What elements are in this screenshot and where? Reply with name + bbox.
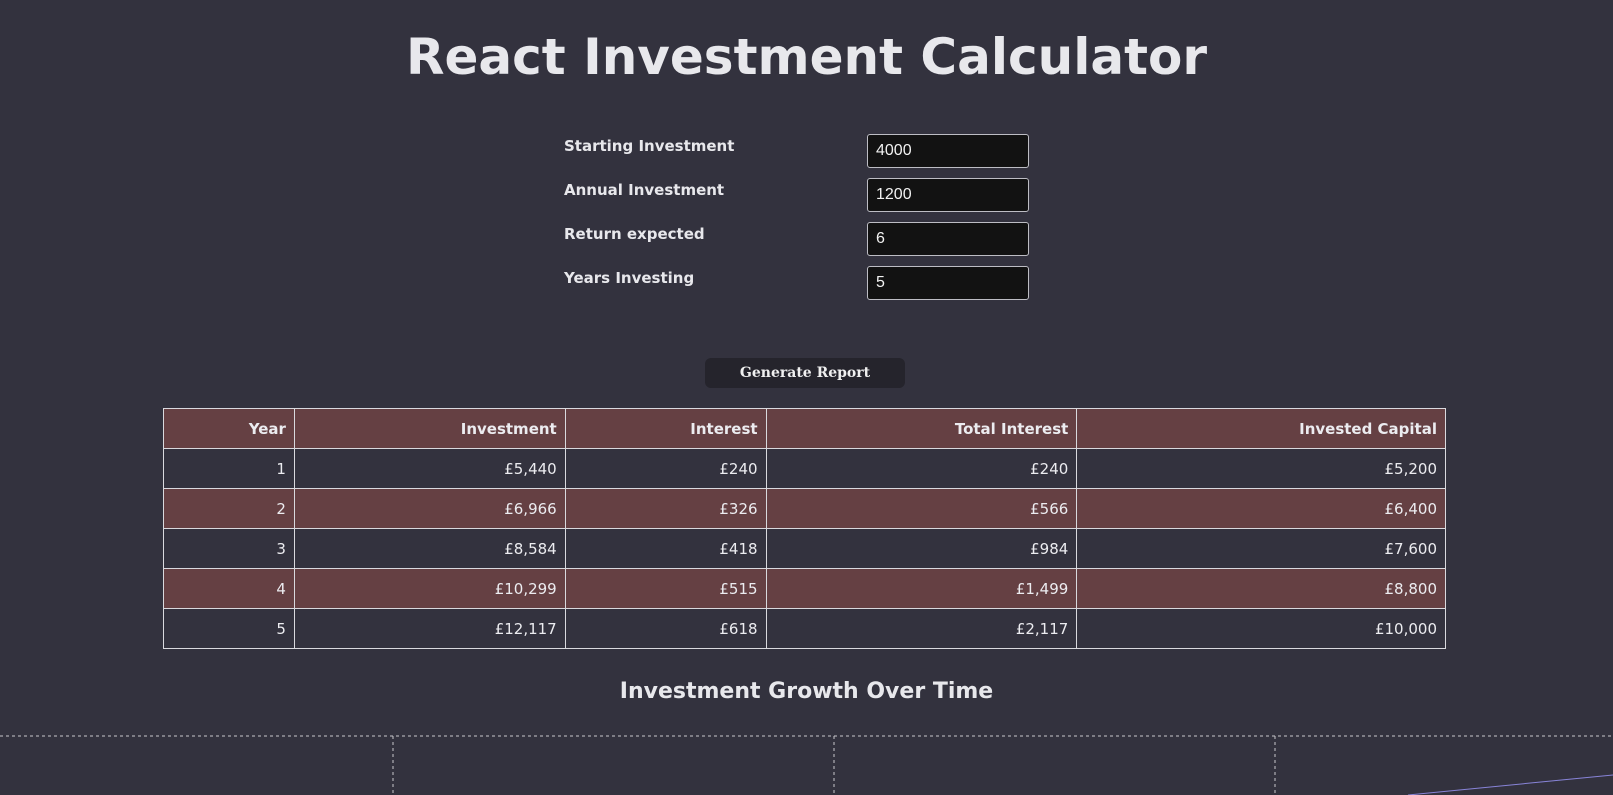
growth-chart [0,735,1613,795]
return-expected-label: Return expected [564,225,705,243]
table-row: 4 £10,299 £515 £1,499 £8,800 [163,568,1446,609]
cell-total-interest: £1,499 [765,568,1078,609]
table-row: 1 £5,440 £240 £240 £5,200 [163,448,1446,489]
cell-invested-capital: £10,000 [1076,608,1446,649]
cell-invested-capital: £8,800 [1076,568,1446,609]
page-title: React Investment Calculator [406,28,1207,86]
table-header-row: Year Investment Interest Total Interest … [163,408,1446,449]
header-investment: Investment [293,408,566,449]
cell-total-interest: £2,117 [765,608,1078,649]
table-row: 2 £6,966 £326 £566 £6,400 [163,488,1446,529]
cell-invested-capital: £6,400 [1076,488,1446,529]
form-row-annual-investment: Annual Investment [564,178,1044,214]
cell-year: 1 [163,448,295,489]
cell-interest: £240 [564,448,767,489]
cell-investment: £6,966 [293,488,566,529]
starting-investment-input[interactable] [867,134,1029,168]
cell-interest: £326 [564,488,767,529]
cell-investment: £12,117 [293,608,566,649]
cell-total-interest: £984 [765,528,1078,569]
form-row-years-investing: Years Investing [564,266,1044,302]
chart-series-line [1407,774,1613,795]
app-page: React Investment Calculator Starting Inv… [0,0,1613,795]
starting-investment-label: Starting Investment [564,137,735,155]
cell-invested-capital: £7,600 [1076,528,1446,569]
cell-year: 4 [163,568,295,609]
results-table: Year Investment Interest Total Interest … [163,408,1446,649]
header-interest: Interest [564,408,767,449]
cell-interest: £515 [564,568,767,609]
years-investing-input[interactable] [867,266,1029,300]
cell-year: 3 [163,528,295,569]
cell-investment: £10,299 [293,568,566,609]
generate-report-button[interactable]: Generate Report [705,358,905,388]
header-total-interest: Total Interest [765,408,1078,449]
form-row-return-expected: Return expected [564,222,1044,258]
annual-investment-input[interactable] [867,178,1029,212]
table-row: 3 £8,584 £418 £984 £7,600 [163,528,1446,569]
return-expected-input[interactable] [867,222,1029,256]
cell-total-interest: £566 [765,488,1078,529]
cell-year: 2 [163,488,295,529]
cell-interest: £418 [564,528,767,569]
table-row: 5 £12,117 £618 £2,117 £10,000 [163,608,1446,649]
cell-invested-capital: £5,200 [1076,448,1446,489]
header-invested-capital: Invested Capital [1076,408,1446,449]
cell-investment: £8,584 [293,528,566,569]
cell-total-interest: £240 [765,448,1078,489]
cell-interest: £618 [564,608,767,649]
cell-investment: £5,440 [293,448,566,489]
header-year: Year [163,408,295,449]
chart-title: Investment Growth Over Time [619,679,994,704]
annual-investment-label: Annual Investment [564,181,725,199]
form-row-starting-investment: Starting Investment [564,134,1044,170]
cell-year: 5 [163,608,295,649]
years-investing-label: Years Investing [564,269,695,287]
